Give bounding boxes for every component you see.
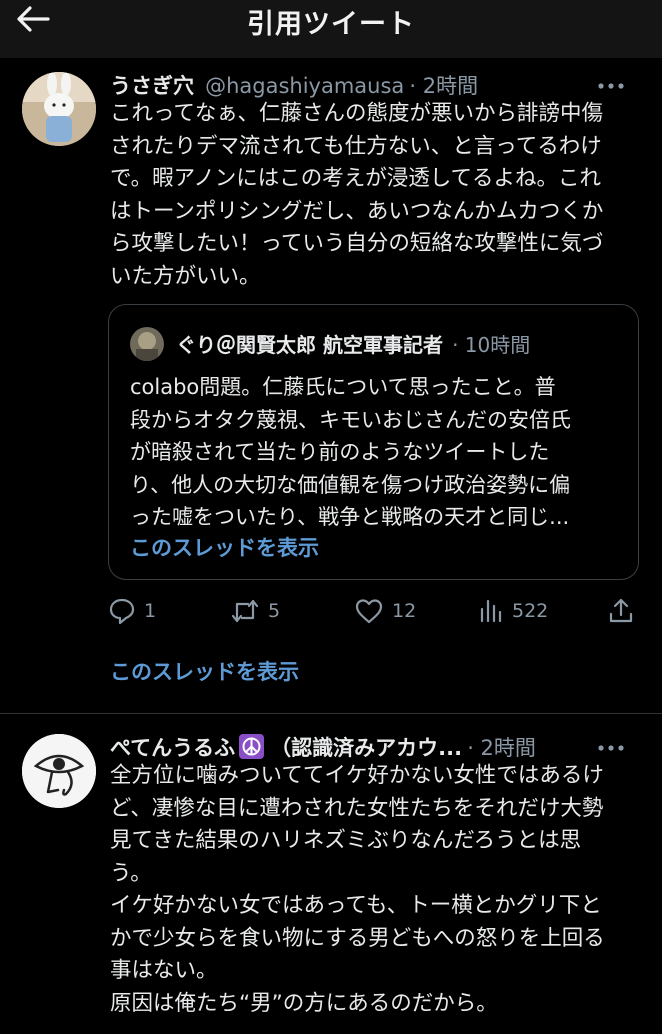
analytics-icon: [480, 599, 502, 623]
text-line: いた方がいい。: [110, 263, 261, 289]
like-count: 12: [392, 600, 417, 622]
quoted-avatar: [130, 327, 164, 361]
text-line: 段からオタク蔑視、キモいおじさんだの安倍氏: [130, 407, 571, 432]
more-options-button[interactable]: [596, 76, 632, 100]
retweet-count: 5: [268, 600, 281, 622]
display-name[interactable]: ぺてんうるふ: [110, 736, 235, 760]
reply-button[interactable]: 1: [108, 594, 156, 628]
text-line: ど、凄惨な目に遭わされた女性たちをそれだけ大勢: [110, 795, 604, 821]
text-line: が暗殺されて当たり前のようなツイートした: [130, 440, 550, 464]
quoted-tweet-card[interactable]: ぐり＠関賢太郎 航空軍事記者 · 10時間 colabo問題。仁藤氏について思っ…: [108, 304, 639, 580]
text-line: イケ好かない女ではあっても、トー横とかグリ下と: [110, 893, 602, 918]
avatar[interactable]: [22, 72, 96, 146]
text-line: されたりデマ流されても仕方ない、と言ってるわけ: [110, 133, 602, 159]
timestamp[interactable]: · 2時間: [467, 736, 536, 760]
avatar-image: [22, 72, 96, 146]
reply-count: 1: [144, 600, 157, 622]
view-count: 522: [512, 600, 549, 622]
more-icon: [598, 745, 624, 751]
text-line: 見てきた結果のハリネズミぶりなんだろうとは思: [110, 828, 582, 853]
timestamp[interactable]: · 2時間: [409, 74, 478, 98]
display-name[interactable]: うさぎ穴: [110, 74, 194, 98]
top-bar: 引用ツイート: [0, 0, 662, 58]
text-line: はトーンポリシングだし、あいつなんかムカつくか: [110, 198, 604, 224]
tweet-text: 全方位に噛みついててイケ好かない女性ではあるけ ど、凄惨な目に遭わされた女性たち…: [110, 760, 645, 1020]
avatar[interactable]: [22, 734, 96, 808]
text-line: り、他人の大切な価値観を傷つけ政治姿勢に偏: [130, 472, 571, 497]
like-button[interactable]: 12: [354, 594, 416, 628]
handle[interactable]: @hagashiyamausa: [205, 74, 404, 98]
tweet-actions: 1 5 12 522: [108, 594, 638, 628]
tweet-text: これってなぁ、仁藤さんの態度が悪いから誹謗中傷 されたりデマ流されても仕方ない、…: [110, 98, 645, 293]
quoted-header: ぐり＠関賢太郎 航空軍事記者 · 10時間: [176, 329, 530, 358]
text-line: 全方位に噛みついててイケ好かない女性ではあるけ: [110, 763, 604, 788]
more-options-button[interactable]: [596, 738, 632, 762]
text-line: った嘘をついたり、戦争と戦略の天才と同じ...: [130, 505, 570, 529]
quoted-avatar-image: [130, 327, 164, 361]
share-icon: [609, 598, 633, 623]
text-line: ら攻撃したい！っていう自分の短絡な攻撃性に気づ: [110, 231, 604, 256]
text-line: 原因は俺たち“男”の方にあるのだから。: [110, 990, 498, 1016]
text-line: で。暇アノンにはこの考えが浸透してるよね。これ: [110, 166, 602, 191]
quoted-timestamp: · 10時間: [452, 333, 531, 357]
retweet-button[interactable]: 5: [230, 594, 280, 628]
text-line: 事はない。: [110, 958, 218, 983]
quoted-text: colabo問題。仁藤氏について思ったこと。普 段からオタク蔑視、キモいおじさん…: [130, 371, 630, 534]
retweet-icon: [231, 599, 259, 623]
heart-icon: [355, 599, 383, 624]
show-thread-link[interactable]: このスレッドを表示: [110, 656, 299, 686]
text-line: これってなぁ、仁藤さんの態度が悪いから誹謗中傷: [110, 101, 603, 126]
display-name-suffix[interactable]: （認識済みアカウ...: [270, 736, 462, 760]
quoted-show-thread-link[interactable]: このスレッドを表示: [130, 532, 319, 562]
page-title: 引用ツイート: [247, 9, 415, 40]
avatar-image: [22, 734, 96, 808]
more-icon: [598, 83, 624, 89]
share-button[interactable]: [608, 594, 634, 628]
peace-symbol-icon: [239, 734, 265, 759]
text-line: かで少女らを食い物にする男どもへの怒りを上回る: [110, 925, 605, 951]
text-line: colabo問題。仁藤氏について思ったこと。普: [130, 375, 556, 399]
reply-icon: [109, 598, 135, 625]
text-line: う。: [110, 860, 152, 886]
views-button[interactable]: 522: [478, 594, 548, 628]
quoted-display-name: ぐり＠関賢太郎 航空軍事記者: [176, 333, 443, 357]
divider: [0, 713, 662, 714]
